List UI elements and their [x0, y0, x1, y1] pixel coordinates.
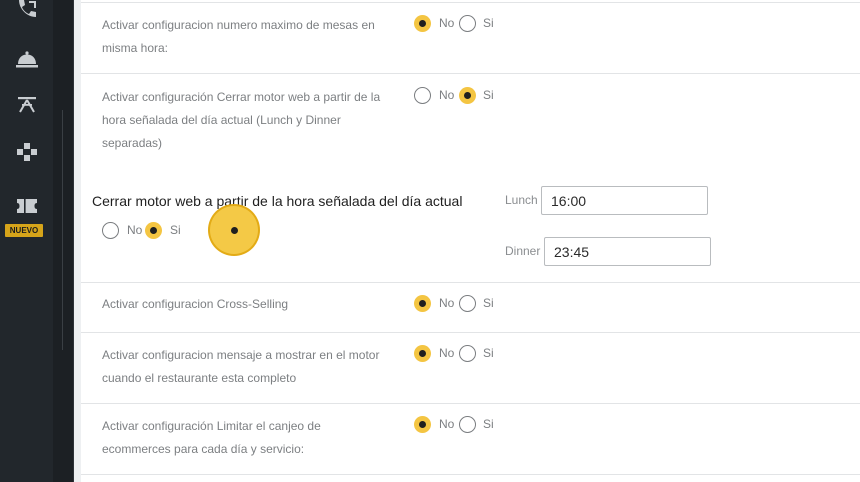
divider — [81, 403, 860, 404]
divider — [81, 474, 860, 475]
radio-label-si: Si — [483, 296, 494, 310]
radio-close-motor-si[interactable] — [459, 87, 476, 104]
setting-label-full-message: Activar configuracion mensaje a mostrar … — [102, 348, 380, 385]
lunch-label: Lunch — [505, 193, 538, 207]
lunch-time-input[interactable] — [541, 186, 708, 215]
radio-full-message-no[interactable] — [414, 345, 431, 362]
secondary-sidebar — [53, 0, 74, 482]
close-motor-title: Cerrar motor web a partir de la hora señ… — [92, 193, 463, 209]
radio-limit-ecommerce-si[interactable] — [459, 416, 476, 433]
dinner-label: Dinner — [505, 244, 541, 258]
radio-selected-dot — [226, 222, 243, 239]
radio-max-tables-no[interactable] — [414, 15, 431, 32]
new-badge: NUEVO — [5, 224, 43, 237]
table-icon[interactable] — [15, 94, 39, 116]
radio-label-no: No — [439, 16, 455, 30]
radio-label-si: Si — [483, 16, 494, 30]
setting-label-close-motor: Activar configuración Cerrar motor web a… — [102, 90, 381, 150]
radio-label-no: No — [439, 417, 455, 431]
sidebar: NUEVO — [0, 0, 53, 482]
puzzle-icon[interactable] — [15, 141, 39, 163]
divider — [81, 2, 860, 3]
radio-label-si: Si — [483, 88, 494, 102]
radio-limit-ecommerce-no[interactable] — [414, 416, 431, 433]
radio-label-si: Si — [483, 417, 494, 431]
radio-full-message-si[interactable] — [459, 345, 476, 362]
setting-label-max-tables: Activar configuracion numero maximo de m… — [102, 18, 375, 55]
setting-label-limit-ecommerce: Activar configuración Limitar el canjeo … — [102, 419, 321, 456]
dinner-time-input[interactable] — [544, 237, 711, 266]
radio-max-tables-si[interactable] — [459, 15, 476, 32]
radio-label-si: Si — [170, 223, 181, 237]
radio-label-no: No — [439, 346, 455, 360]
cloche-icon[interactable] — [15, 48, 39, 70]
settings-panel: Activar configuracion numero maximo de m… — [81, 0, 860, 482]
divider — [81, 332, 860, 333]
radio-label-si: Si — [483, 346, 494, 360]
radio-label-no: No — [439, 296, 455, 310]
radio-label-no: No — [127, 223, 143, 237]
radio-close-motor-daily-no[interactable] — [102, 222, 119, 239]
phone-icon[interactable] — [15, 0, 39, 22]
radio-close-motor-daily-si[interactable] — [145, 222, 162, 239]
radio-cross-selling-no[interactable] — [414, 295, 431, 312]
ticket-icon[interactable] — [15, 195, 39, 217]
sidebar-divider — [62, 110, 63, 350]
radio-close-motor-no[interactable] — [414, 87, 431, 104]
divider — [81, 282, 860, 283]
radio-cross-selling-si[interactable] — [459, 295, 476, 312]
divider — [81, 73, 860, 74]
radio-label-no: No — [439, 88, 455, 102]
setting-label-cross-selling: Activar configuracion Cross-Selling — [102, 297, 289, 311]
